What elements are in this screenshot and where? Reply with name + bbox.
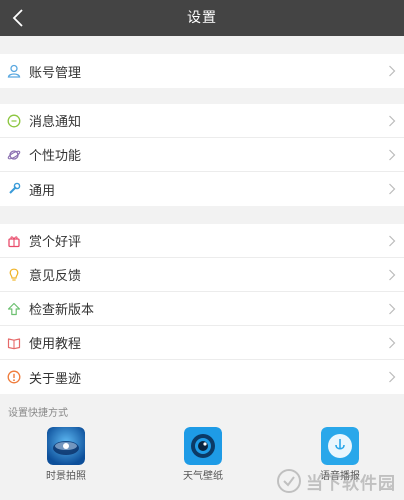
shortcut-label: 天气壁纸 — [183, 471, 223, 482]
row-label: 使用教程 — [29, 337, 82, 352]
chevron-right-icon — [389, 235, 396, 247]
wrench-icon — [7, 182, 21, 196]
general-row[interactable]: 通用 — [0, 172, 404, 206]
chevron-right-icon — [389, 371, 396, 383]
message-icon — [7, 114, 21, 128]
rate-app-row[interactable]: 赏个好评 — [0, 224, 404, 258]
account-group: 账号管理 — [0, 54, 404, 88]
row-label: 赏个好评 — [29, 235, 82, 250]
chevron-right-icon — [389, 337, 396, 349]
chevron-right-icon — [389, 269, 396, 281]
wallpaper-app-icon — [184, 427, 222, 465]
chevron-right-icon — [389, 115, 396, 127]
chevron-right-icon — [389, 65, 396, 77]
shortcut-label: 时景拍照 — [46, 471, 86, 482]
lightbulb-icon — [7, 268, 21, 282]
row-label: 消息通知 — [29, 115, 82, 130]
about-group: 赏个好评 意见反馈 检查新版本 使用教程 关于墨迹 — [0, 224, 404, 394]
camera-app-icon — [47, 427, 85, 465]
personal-features-row[interactable]: 个性功能 — [0, 138, 404, 172]
page-title: 设置 — [187, 10, 217, 26]
title-bar: 设置 — [0, 0, 404, 36]
row-label: 意见反馈 — [29, 269, 82, 284]
shortcut-wallpaper[interactable]: 天气壁纸 — [168, 427, 238, 482]
planet-icon — [7, 148, 21, 162]
features-group: 消息通知 个性功能 通用 — [0, 104, 404, 206]
chevron-right-icon — [389, 183, 396, 195]
shortcut-section-title: 设置快捷方式 — [8, 408, 68, 419]
row-label: 检查新版本 — [29, 303, 95, 318]
row-label: 账号管理 — [29, 65, 82, 81]
watermark-logo-icon — [277, 469, 301, 493]
check-update-row[interactable]: 检查新版本 — [0, 292, 404, 326]
chevron-right-icon — [389, 303, 396, 315]
row-label: 关于墨迹 — [29, 371, 82, 387]
watermark-text: 当下软件园 — [306, 473, 396, 494]
about-moji-row[interactable]: 关于墨迹 — [0, 360, 404, 394]
upgrade-icon — [7, 302, 21, 316]
chevron-right-icon — [389, 149, 396, 161]
gift-icon — [7, 234, 21, 248]
info-icon — [7, 370, 21, 384]
message-notification-row[interactable]: 消息通知 — [0, 104, 404, 138]
feedback-row[interactable]: 意见反馈 — [0, 258, 404, 292]
shortcut-camera[interactable]: 时景拍照 — [31, 427, 101, 482]
row-label: 个性功能 — [29, 149, 82, 164]
user-icon — [7, 64, 21, 78]
book-icon — [7, 336, 21, 350]
site-watermark: 当下软件园 — [276, 468, 396, 494]
row-label: 通用 — [29, 183, 56, 199]
account-management-row[interactable]: 账号管理 — [0, 54, 404, 88]
voice-app-icon — [321, 427, 359, 465]
tutorial-row[interactable]: 使用教程 — [0, 326, 404, 360]
